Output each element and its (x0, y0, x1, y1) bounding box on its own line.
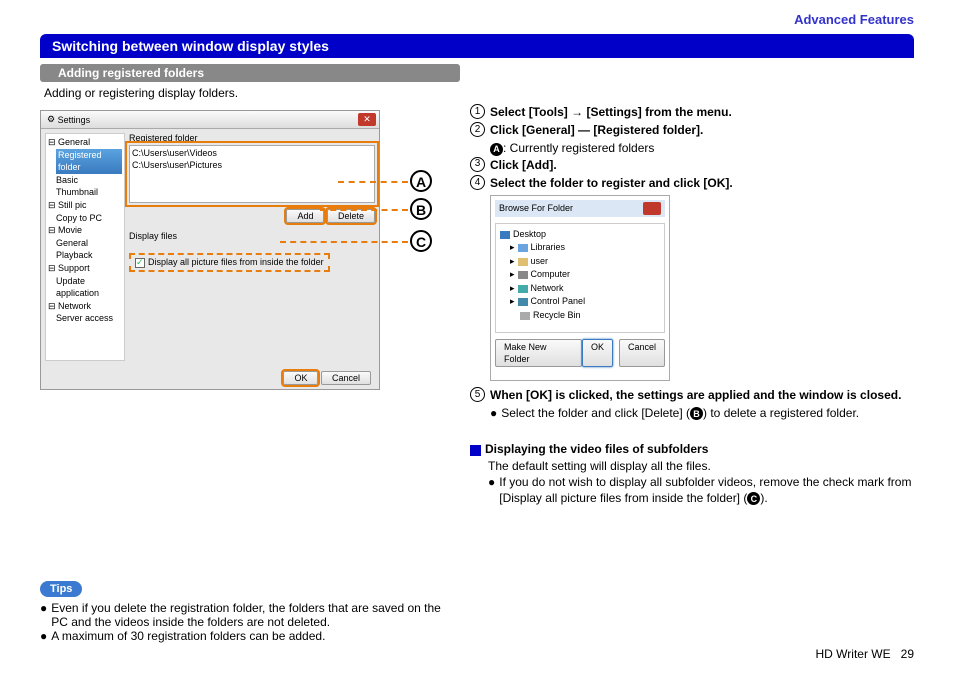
list-item[interactable]: ▸ Libraries (510, 241, 660, 255)
display-files-label: Display files (129, 231, 375, 241)
callout-line (338, 181, 408, 183)
step-number: 5 (470, 387, 485, 402)
make-new-folder-button[interactable]: Make New Folder (495, 339, 582, 367)
label-b-icon: B (690, 407, 703, 420)
recycle-icon (520, 312, 530, 320)
registered-folder-label: Registered folder (129, 133, 375, 143)
ok-button[interactable]: OK (582, 339, 613, 367)
tip-item: ●Even if you delete the registration fol… (40, 601, 460, 629)
folder-icon (518, 258, 528, 266)
settings-tree[interactable]: ⊟ General Registered folder Basic Thumbn… (45, 133, 125, 361)
cancel-button[interactable]: Cancel (321, 371, 371, 385)
browse-folder-dialog: Browse For Folder Desktop ▸ Libraries ▸ … (490, 195, 670, 381)
delete-button[interactable]: Delete (327, 209, 375, 223)
tree-item[interactable]: Update application (56, 275, 122, 300)
list-item[interactable]: ▸ Network (510, 282, 660, 296)
callout-c: C (410, 230, 432, 252)
step-5-bullet: ● Select the folder and click [Delete] (… (490, 405, 914, 421)
list-item[interactable]: Recycle Bin (520, 309, 660, 323)
tree-item[interactable]: Playback (56, 249, 122, 262)
subsection-bullet: ● If you do not wish to display all subf… (488, 474, 914, 506)
add-button[interactable]: Add (286, 209, 324, 223)
list-item[interactable]: Desktop (500, 228, 660, 242)
tree-item-selected[interactable]: Registered folder (56, 149, 122, 174)
tree-item[interactable]: ⊟ General (48, 136, 122, 149)
step-2-sub: A: Currently registered folders (490, 140, 914, 156)
callout-b: B (410, 198, 432, 220)
close-icon[interactable]: ✕ (358, 113, 376, 126)
intro-text: Adding or registering display folders. (44, 86, 914, 100)
step-2: Click [General] — [Registered folder]. (490, 122, 703, 138)
step-5: When [OK] is clicked, the settings are a… (490, 387, 901, 403)
settings-window-title: ⚙ Settings ✕ (41, 111, 379, 129)
tree-item[interactable]: ⊟ Support (48, 262, 122, 275)
step-number: 2 (470, 122, 485, 137)
list-item[interactable]: ▸ Computer (510, 268, 660, 282)
checkbox-icon[interactable] (135, 258, 145, 268)
checkbox-label: Display all picture files from inside th… (148, 257, 324, 267)
cancel-button[interactable]: Cancel (619, 339, 665, 367)
step-number: 4 (470, 175, 485, 190)
page-footer: HD Writer WE 29 (816, 647, 914, 661)
list-item[interactable]: ▸ Control Panel (510, 295, 660, 309)
step-3: Click [Add]. (490, 157, 557, 173)
tips-badge: Tips (40, 581, 82, 597)
close-icon[interactable] (643, 202, 661, 215)
callout-a: A (410, 170, 432, 192)
browse-title: Browse For Folder (499, 202, 573, 214)
tree-item[interactable]: ⊟ Network (48, 300, 122, 313)
settings-title-text: Settings (58, 115, 91, 125)
display-all-checkbox-row[interactable]: Display all picture files from inside th… (129, 253, 330, 272)
tree-item[interactable]: ⊟ Still pic (48, 199, 122, 212)
folder-icon (518, 244, 528, 252)
subsection-heading: Displaying the video files of subfolders (470, 441, 914, 457)
tip-item: ●A maximum of 30 registration folders ca… (40, 629, 460, 643)
page-title: Switching between window display styles (40, 34, 914, 58)
settings-window: ⚙ Settings ✕ ⊟ General Registered folder… (40, 110, 380, 390)
list-item[interactable]: ▸ user (510, 255, 660, 269)
step-1: Select [Tools] → [Settings] from the men… (490, 104, 732, 120)
tree-item[interactable]: General (56, 237, 122, 250)
section-subtitle: Adding registered folders (40, 64, 460, 82)
tree-item[interactable]: Basic (56, 174, 122, 187)
tree-item[interactable]: ⊟ Movie (48, 224, 122, 237)
subsection-text: The default setting will display all the… (488, 458, 914, 474)
step-4: Select the folder to register and click … (490, 175, 733, 191)
tree-item[interactable]: Server access (56, 312, 122, 325)
square-bullet-icon (470, 445, 481, 456)
label-a-icon: A (490, 143, 503, 156)
label-c-icon: C (747, 492, 760, 505)
registered-folder-list[interactable]: C:\Users\user\Videos C:\Users\user\Pictu… (129, 145, 375, 203)
tree-item[interactable]: Thumbnail (56, 186, 122, 199)
computer-icon (518, 271, 528, 279)
ok-button[interactable]: OK (283, 371, 318, 385)
tree-item[interactable]: Copy to PC (56, 212, 122, 225)
callout-line (320, 209, 408, 211)
desktop-icon (500, 231, 510, 239)
list-item[interactable]: C:\Users\user\Videos (132, 148, 372, 160)
folder-icon (518, 298, 528, 306)
callout-line (280, 241, 408, 243)
list-item[interactable]: C:\Users\user\Pictures (132, 160, 372, 172)
gear-icon: ⚙ (47, 114, 55, 125)
folder-tree[interactable]: Desktop ▸ Libraries ▸ user ▸ Computer ▸ … (495, 223, 665, 333)
step-number: 1 (470, 104, 485, 119)
step-number: 3 (470, 157, 485, 172)
network-icon (518, 285, 528, 293)
category-link[interactable]: Advanced Features (794, 12, 914, 27)
